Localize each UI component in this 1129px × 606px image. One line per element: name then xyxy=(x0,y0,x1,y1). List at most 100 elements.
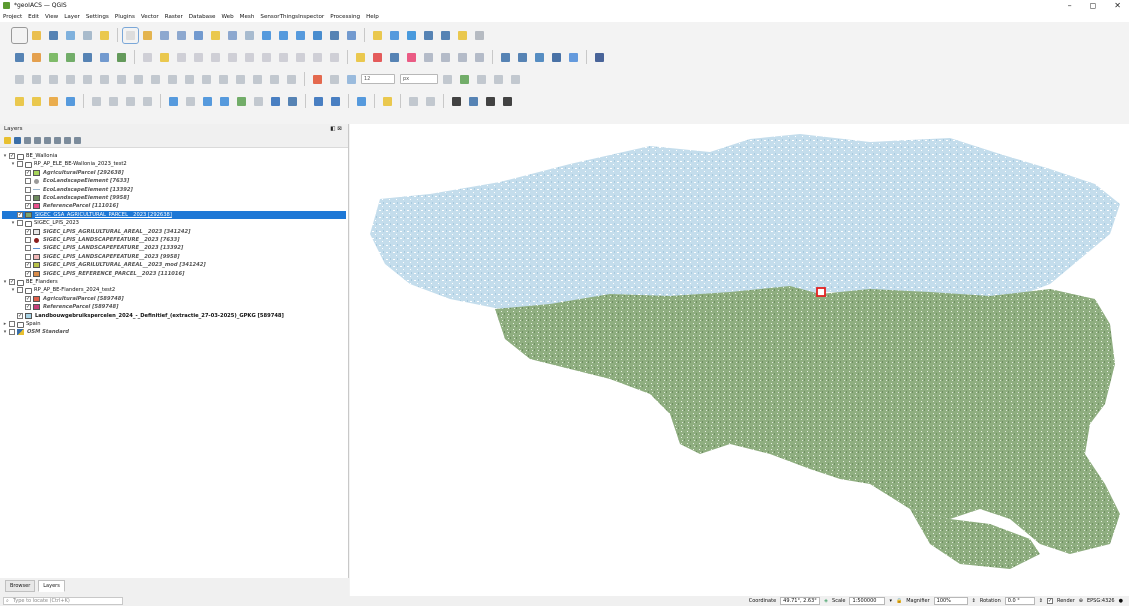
zoom-to-layer-icon[interactable] xyxy=(225,28,240,43)
layout-manager-icon[interactable] xyxy=(80,28,95,43)
sensorthings-icon[interactable] xyxy=(311,94,326,109)
save-project-icon[interactable] xyxy=(46,28,61,43)
close-button[interactable]: ✕ xyxy=(1114,0,1121,11)
field-calculator-icon[interactable] xyxy=(404,28,419,43)
undo-icon[interactable] xyxy=(310,50,325,65)
add-spatialite-icon[interactable] xyxy=(80,50,95,65)
trim-extend-icon[interactable] xyxy=(284,72,299,87)
vertex-editor-icon[interactable] xyxy=(328,94,343,109)
rotate-feature-icon[interactable] xyxy=(29,72,44,87)
offset-curve-icon[interactable] xyxy=(165,72,180,87)
menu-raster[interactable]: Raster xyxy=(165,14,183,20)
tab-browser[interactable]: Browser xyxy=(5,580,36,592)
layer-tree-row[interactable]: SIGEC_LPIS_LANDSCAPEFEATURE__2023 [7633] xyxy=(2,236,346,244)
current-edits-icon[interactable] xyxy=(140,50,155,65)
menu-view[interactable]: View xyxy=(45,14,58,20)
download-icon[interactable] xyxy=(500,94,515,109)
menu-database[interactable]: Database xyxy=(189,14,216,20)
plugin-g-icon[interactable] xyxy=(380,94,395,109)
expand-all-icon[interactable] xyxy=(54,137,61,144)
layer-visibility-checkbox[interactable]: ✓ xyxy=(17,312,23,319)
expand-toggle-icon[interactable]: ▾ xyxy=(10,220,16,226)
layer-tree-row[interactable]: SIGEC_LPIS_LANDSCAPEFEATURE__2023 [13392… xyxy=(2,244,346,252)
map-canvas[interactable] xyxy=(350,124,1129,596)
add-ring-icon[interactable] xyxy=(63,72,78,87)
layer-visibility-checkbox[interactable]: ✓ xyxy=(25,270,31,277)
pan-icon[interactable] xyxy=(122,26,139,44)
vertex-tool-icon[interactable] xyxy=(208,50,223,65)
map-tips-icon[interactable] xyxy=(455,28,470,43)
manage-themes-icon[interactable] xyxy=(24,137,31,144)
layer-tree-row[interactable]: ✓ SIGEC_GSA_AGRICULTURAL_PARCEL__2023 [29… xyxy=(2,210,346,219)
coordinate-field[interactable]: 49.71°, 2.63° xyxy=(780,597,821,605)
style-manager-icon[interactable] xyxy=(97,28,112,43)
split-features-icon[interactable] xyxy=(182,72,197,87)
scale-field[interactable]: 1:500000 xyxy=(849,597,886,605)
digitize-line-icon[interactable] xyxy=(191,50,206,65)
lock-scale-icon[interactable]: 🔒 xyxy=(896,598,902,604)
layer-tree-row[interactable]: ▸ Spain xyxy=(2,320,346,328)
zoom-next-icon[interactable] xyxy=(276,28,291,43)
locator-search[interactable]: ⌕ Type to locate (Ctrl+K) xyxy=(3,597,123,605)
plugin-a-icon[interactable] xyxy=(498,50,513,65)
layer-visibility-checkbox[interactable] xyxy=(9,321,15,327)
delete-selected-icon[interactable] xyxy=(242,50,257,65)
measure-icon[interactable] xyxy=(438,28,453,43)
pan-to-selection-icon[interactable] xyxy=(140,28,155,43)
reshape-icon[interactable] xyxy=(148,72,163,87)
rotate-label-icon[interactable] xyxy=(438,50,453,65)
deselect-icon[interactable] xyxy=(46,94,61,109)
cut-features-icon[interactable] xyxy=(259,50,274,65)
select-location-icon[interactable] xyxy=(63,94,78,109)
layer-tree-row[interactable]: EcoLandscapeElement [7633] xyxy=(2,177,346,185)
plugin-f-icon[interactable] xyxy=(592,50,607,65)
layer-tree-row[interactable]: EcoLandscapeElement [9958] xyxy=(2,194,346,202)
add-group-icon[interactable] xyxy=(14,137,21,144)
menu-project[interactable]: Project xyxy=(3,14,22,20)
layer-tree-row[interactable]: ▾ RP_AP_ELE_BE-Wallonia_2023_test2 xyxy=(2,160,346,169)
add-vector-layer-icon[interactable] xyxy=(29,50,44,65)
change-label-icon[interactable] xyxy=(455,50,470,65)
layer-visibility-checkbox[interactable] xyxy=(25,253,31,260)
new-project-icon[interactable] xyxy=(11,26,28,44)
crs-button[interactable]: EPSG:4326 xyxy=(1087,598,1115,604)
font-style-icon[interactable] xyxy=(344,72,359,87)
graphical-modeler-icon[interactable] xyxy=(251,94,266,109)
layer-tree-row[interactable]: ✓ SIGEC_LPIS_AGRILULTURAL_AREAL__2023_mod… xyxy=(2,261,346,269)
layer-visibility-checkbox[interactable]: ✓ xyxy=(9,279,15,285)
paste-features-icon[interactable] xyxy=(293,50,308,65)
highlight-pinned-icon[interactable] xyxy=(404,50,419,65)
maximize-button[interactable]: ◻ xyxy=(1090,0,1097,11)
new-3d-map-view-icon[interactable] xyxy=(310,28,325,43)
filter-legend-icon[interactable] xyxy=(34,137,41,144)
histogram-icon[interactable] xyxy=(140,94,155,109)
topology-icon[interactable] xyxy=(508,72,523,87)
history-icon[interactable] xyxy=(200,94,215,109)
filter-expression-icon[interactable] xyxy=(44,137,51,144)
layer-visibility-checkbox[interactable]: ✓ xyxy=(25,262,31,269)
expand-toggle-icon[interactable]: ▾ xyxy=(2,329,8,335)
multi-edit-icon[interactable] xyxy=(225,50,240,65)
node-tool-icon[interactable] xyxy=(457,72,472,87)
georeferencer-icon[interactable] xyxy=(106,94,121,109)
menu-layer[interactable]: Layer xyxy=(64,14,80,20)
select-features-icon[interactable] xyxy=(12,94,27,109)
snapping-icon[interactable] xyxy=(327,72,342,87)
move-label-icon[interactable] xyxy=(421,50,436,65)
unit-field[interactable]: px xyxy=(400,74,438,84)
open-project-icon[interactable] xyxy=(29,28,44,43)
menu-sensorthingsinspector[interactable]: SensorThingsInspector xyxy=(260,14,324,20)
plugin-d-icon[interactable] xyxy=(549,50,564,65)
advanced-digitize-icon[interactable] xyxy=(12,72,27,87)
style-panel-icon[interactable] xyxy=(4,137,11,144)
panel-dock-controls[interactable]: ◧ ⊠ xyxy=(330,126,342,132)
attribute-table-icon[interactable] xyxy=(387,28,402,43)
rotation-spin-icon[interactable]: ⇕ xyxy=(1039,598,1043,604)
menu-edit[interactable]: Edit xyxy=(28,14,39,20)
fill-ring-icon[interactable] xyxy=(97,72,112,87)
layer-tree-row[interactable]: ✓ ReferenceParcel [589748] xyxy=(2,303,346,311)
new-map-view-icon[interactable] xyxy=(293,28,308,43)
text-annotation-icon[interactable] xyxy=(472,28,487,43)
expand-toggle-icon[interactable]: ▾ xyxy=(10,161,16,167)
refresh-icon[interactable] xyxy=(344,28,359,43)
